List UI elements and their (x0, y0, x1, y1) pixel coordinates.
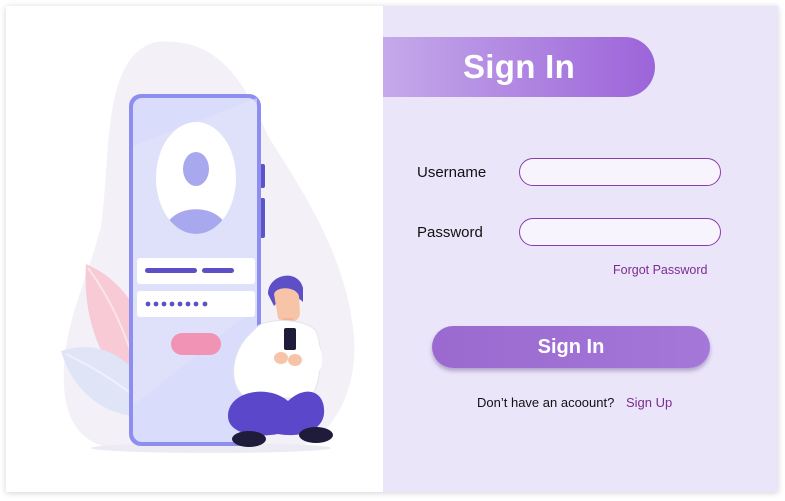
no-account-text: Don’t have an acoount? (477, 395, 615, 410)
signin-form-panel: Sign In Username Password Forgot Passwor… (383, 6, 778, 492)
signup-prompt: Don’t have an acoount? Sign Up (477, 395, 672, 410)
username-input[interactable] (519, 158, 721, 186)
signin-button[interactable]: Sign In (432, 326, 710, 368)
password-label: Password (417, 224, 483, 241)
signin-card: Sign In Username Password Forgot Passwor… (6, 6, 778, 492)
phone-user-illustration (61, 41, 355, 453)
username-label: Username (417, 164, 487, 181)
password-input[interactable] (519, 218, 721, 246)
forgot-password-link[interactable]: Forgot Password (613, 263, 707, 277)
signup-link[interactable]: Sign Up (626, 395, 672, 410)
signin-illustration (6, 6, 383, 492)
page-title: Sign In (462, 48, 576, 85)
signin-title-banner: Sign In (383, 37, 655, 97)
